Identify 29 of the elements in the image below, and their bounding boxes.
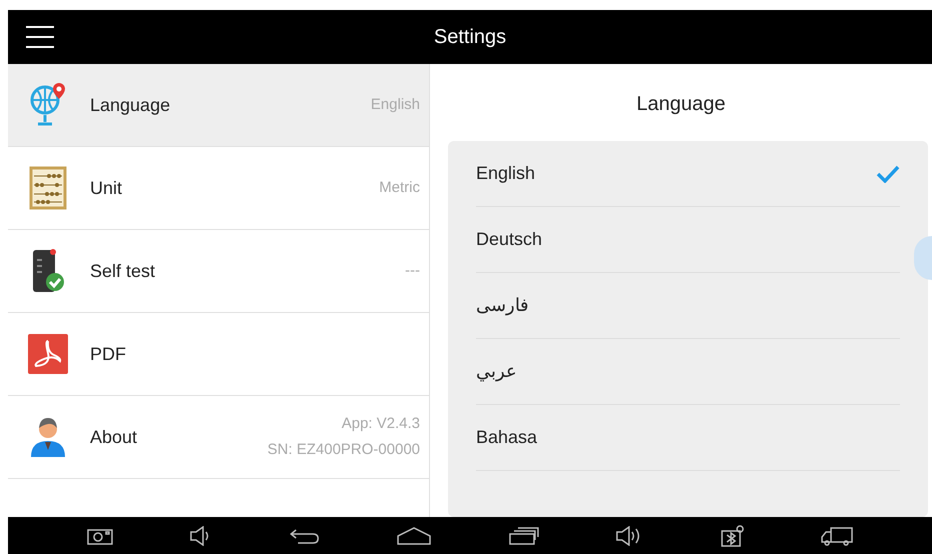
item-value: App: V2.4.3 [342, 414, 420, 434]
camera-icon[interactable] [86, 526, 113, 544]
item-label: Self test [90, 260, 156, 282]
bluetooth-device-icon[interactable] [720, 524, 744, 546]
panel-title: Language [636, 92, 726, 117]
pdf-icon [28, 334, 68, 374]
item-value: --- [405, 260, 420, 281]
item-label: About [90, 426, 138, 448]
abacus-icon [29, 166, 67, 210]
screen-title: Settings [434, 25, 506, 50]
item-value: English [370, 94, 420, 115]
language-option[interactable]: Deutsch [476, 207, 900, 273]
language-option[interactable]: Bahasa [476, 405, 900, 471]
menu-icon[interactable] [26, 26, 54, 48]
globe-icon [29, 82, 67, 128]
truck-icon[interactable] [821, 526, 854, 546]
person-icon [29, 415, 67, 459]
item-label: Unit [90, 176, 122, 200]
item-label: Language [90, 94, 170, 117]
home-icon[interactable] [397, 526, 432, 544]
item-value: SN: EZ400PRO-00000 [267, 440, 420, 460]
item-value: Metric [379, 178, 420, 198]
back-icon[interactable] [290, 528, 320, 544]
item-label: PDF [90, 342, 126, 366]
language-option[interactable]: English [476, 141, 900, 207]
recent-apps-icon[interactable] [508, 526, 539, 544]
settings-item[interactable]: Language English [8, 64, 429, 147]
language-option[interactable]: فارسی [476, 273, 900, 339]
language-option[interactable]: عربي [476, 339, 900, 405]
